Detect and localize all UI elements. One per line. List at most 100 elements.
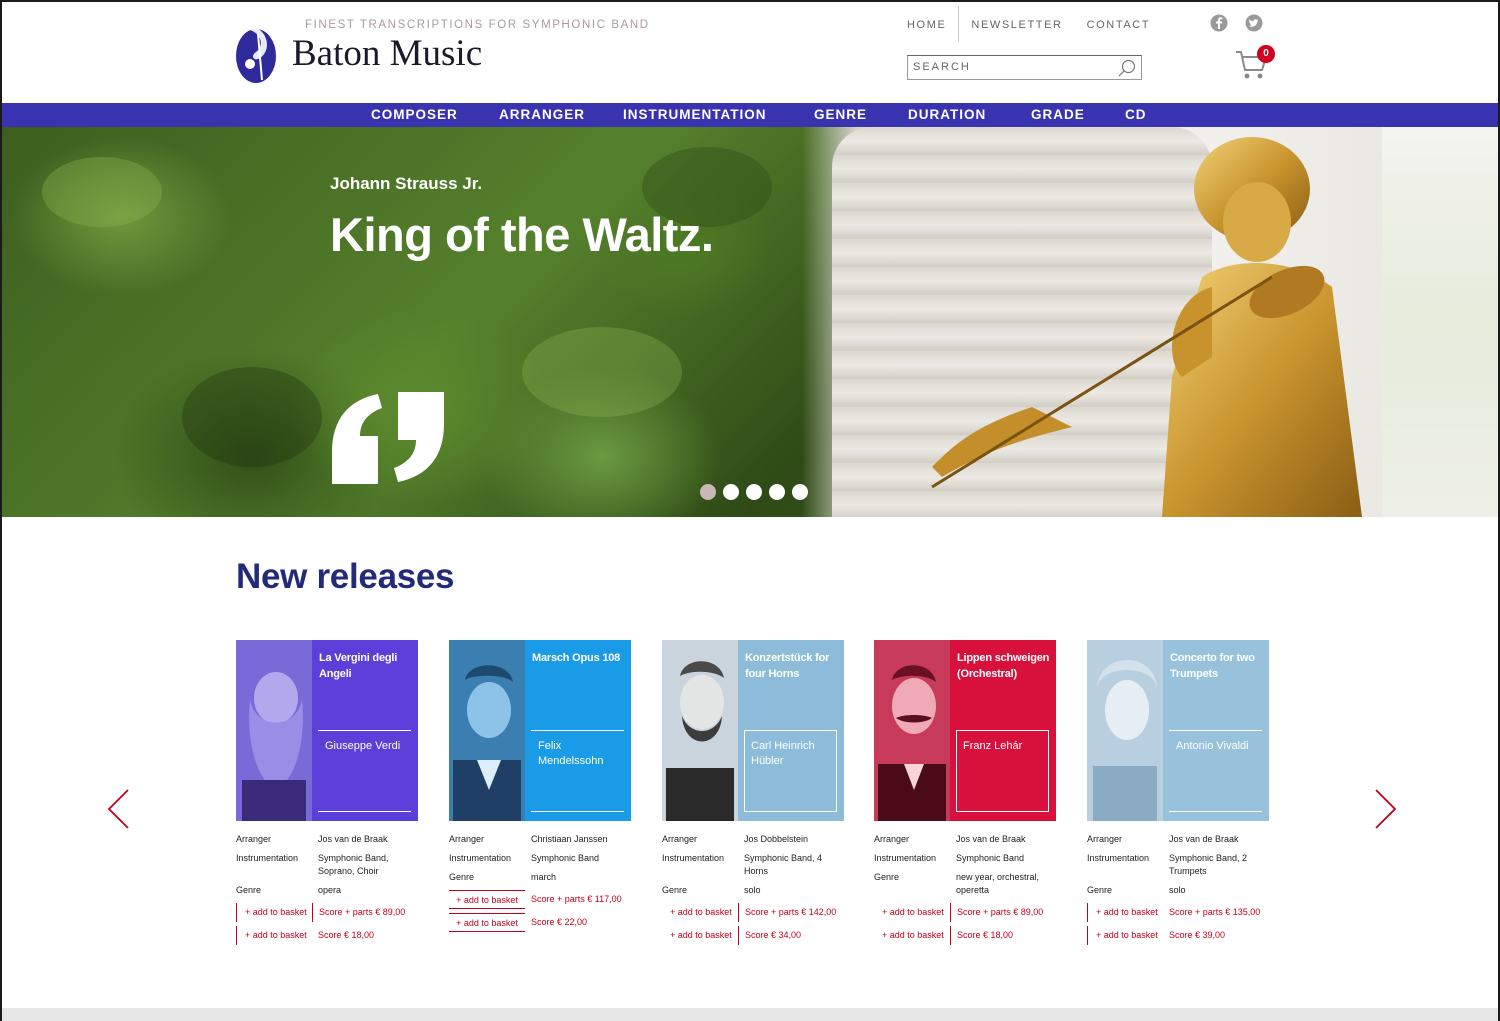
page-frame: FINEST TRANSCRIPTIONS FOR SYMPHONIC BAND… bbox=[0, 0, 1500, 1021]
buy-options: + add to basket Score + parts € 135,00 + … bbox=[1087, 903, 1269, 945]
instrumentation-value: Symphonic Band, Soprano, Choir bbox=[318, 853, 389, 876]
footer-strip bbox=[2, 1008, 1498, 1021]
category-duration[interactable]: DURATION bbox=[908, 107, 986, 122]
hero-title: King of the Waltz. bbox=[330, 208, 714, 261]
release-title: La Vergini degli Angeli bbox=[319, 652, 398, 680]
add-to-basket-button[interactable]: + add to basket bbox=[236, 903, 312, 922]
release-composer: Felix Mendelssohn bbox=[538, 740, 604, 767]
arranger-label: Arranger bbox=[874, 834, 910, 844]
price-score: Score € 39,00 bbox=[1169, 930, 1226, 940]
nav-newsletter[interactable]: NEWSLETTER bbox=[958, 6, 1074, 42]
arranger-label: Arranger bbox=[662, 834, 698, 844]
add-to-basket-button[interactable]: + add to basket bbox=[1087, 926, 1163, 945]
golden-statue-image bbox=[931, 137, 1362, 517]
release-card[interactable]: La Vergini degli Angeli Giuseppe Verdi A… bbox=[236, 640, 418, 949]
price-score-parts: Score + parts € 89,00 bbox=[950, 903, 1043, 922]
instrumentation-label: Instrumentation bbox=[874, 853, 937, 863]
category-cd[interactable]: CD bbox=[1125, 107, 1147, 122]
category-genre[interactable]: GENRE bbox=[814, 107, 867, 122]
arranger-value: Jos van de Braak bbox=[1169, 834, 1239, 844]
release-card[interactable]: Konzertstück for four Horns Carl Heinric… bbox=[662, 640, 844, 949]
chevron-right-icon[interactable] bbox=[1374, 788, 1398, 830]
genre-value: new year, orchestral, operetta bbox=[956, 872, 1040, 895]
search-input[interactable] bbox=[908, 56, 1108, 78]
arranger-value: Jos Dobbelstein bbox=[744, 834, 809, 844]
price-score: Score € 22,00 bbox=[531, 917, 588, 927]
nav-contact[interactable]: CONTACT bbox=[1075, 6, 1163, 42]
arranger-value: Jos van de Braak bbox=[956, 834, 1026, 844]
release-cover[interactable]: Concerto for two Trumpets Antonio Vivald… bbox=[1087, 640, 1269, 821]
add-to-basket-button[interactable]: + add to basket bbox=[449, 890, 525, 909]
slider-dots bbox=[700, 484, 808, 500]
release-title: Concerto for two Trumpets bbox=[1170, 652, 1255, 680]
category-instrumentation[interactable]: INSTRUMENTATION bbox=[623, 107, 767, 122]
foliage bbox=[182, 367, 322, 467]
composer-portrait bbox=[236, 640, 312, 821]
buy-options: + add to basket Score + parts € 89,00 + a… bbox=[874, 903, 1056, 945]
genre-label: Genre bbox=[1087, 885, 1113, 895]
price-score-parts: Score + parts € 142,00 bbox=[738, 903, 836, 922]
foliage bbox=[522, 327, 682, 417]
slider-dot-3[interactable] bbox=[746, 484, 762, 500]
price-score: Score € 18,00 bbox=[950, 926, 1013, 945]
foliage bbox=[42, 157, 162, 227]
add-to-basket-button[interactable]: + add to basket bbox=[874, 903, 950, 922]
add-to-basket-button[interactable]: + add to basket bbox=[236, 926, 312, 945]
twitter-icon[interactable] bbox=[1245, 14, 1263, 32]
top-nav: HOME NEWSLETTER CONTACT bbox=[895, 6, 1162, 42]
nav-home[interactable]: HOME bbox=[895, 6, 958, 42]
add-to-basket-button[interactable]: + add to basket bbox=[449, 913, 525, 932]
site-tagline: FINEST TRANSCRIPTIONS FOR SYMPHONIC BAND bbox=[305, 19, 650, 31]
genre-value: opera bbox=[318, 885, 342, 895]
genre-value: solo bbox=[744, 885, 761, 895]
genre-value: solo bbox=[1169, 885, 1186, 895]
instrumentation-label: Instrumentation bbox=[236, 853, 299, 863]
release-title: Marsch Opus 108 bbox=[532, 652, 621, 664]
arranger-value: Jos van de Braak bbox=[318, 834, 388, 844]
genre-value: march bbox=[531, 872, 557, 882]
add-to-basket-button[interactable]: + add to basket bbox=[1087, 903, 1163, 922]
release-cover[interactable]: Konzertstück for four Horns Carl Heinric… bbox=[662, 640, 844, 821]
brand-name[interactable]: Baton Music bbox=[292, 32, 482, 75]
price-score: Score € 34,00 bbox=[738, 926, 801, 945]
release-cover[interactable]: La Vergini degli Angeli Giuseppe Verdi bbox=[236, 640, 418, 821]
instrumentation-value: Symphonic Band, 4 Horns bbox=[744, 853, 823, 876]
release-composer: Franz Lehár bbox=[963, 740, 1023, 752]
release-card[interactable]: Marsch Opus 108 Felix Mendelssohn Arrang… bbox=[449, 640, 631, 936]
release-title: Konzertstück for four Horns bbox=[745, 652, 830, 680]
add-to-basket-button[interactable]: + add to basket bbox=[874, 926, 950, 945]
price-score-parts: Score + parts € 89,00 bbox=[312, 903, 405, 922]
release-meta: Arranger Jos van de Braak Instrumentation… bbox=[874, 833, 1056, 897]
release-card[interactable]: Concerto for two Trumpets Antonio Vivald… bbox=[1087, 640, 1269, 949]
slider-dot-1[interactable] bbox=[700, 484, 716, 500]
cart-count-badge[interactable]: 0 bbox=[1257, 45, 1275, 63]
category-composer[interactable]: COMPOSER bbox=[371, 107, 458, 122]
release-cover[interactable]: Lippen schweigen (Orchestral) Franz Lehá… bbox=[874, 640, 1056, 821]
release-cover[interactable]: Marsch Opus 108 Felix Mendelssohn bbox=[449, 640, 631, 821]
background-sky bbox=[1382, 127, 1498, 517]
add-to-basket-button[interactable]: + add to basket bbox=[662, 926, 738, 945]
baton-logo-icon[interactable] bbox=[234, 20, 280, 84]
slider-dot-4[interactable] bbox=[769, 484, 785, 500]
arranger-label: Arranger bbox=[449, 834, 485, 844]
release-meta: Arranger Jos Dobbelstein Instrumentation S… bbox=[662, 833, 844, 897]
hero-slider[interactable]: Johann Strauss Jr. King of the Waltz. bbox=[2, 127, 1498, 517]
category-arranger[interactable]: ARRANGER bbox=[499, 107, 585, 122]
instrumentation-label: Instrumentation bbox=[449, 853, 512, 863]
hero-subtitle: Johann Strauss Jr. bbox=[330, 174, 483, 193]
buy-options: + add to basket Score + parts € 142,00 + … bbox=[662, 903, 844, 945]
arranger-value: Christiaan Janssen bbox=[531, 834, 608, 844]
category-grade[interactable]: GRADE bbox=[1031, 107, 1085, 122]
release-card[interactable]: Lippen schweigen (Orchestral) Franz Lehá… bbox=[874, 640, 1056, 949]
facebook-icon[interactable] bbox=[1210, 14, 1228, 32]
quote-icon bbox=[332, 392, 444, 484]
instrumentation-value: Symphonic Band, 2 Trumpets bbox=[1169, 853, 1248, 876]
add-to-basket-button[interactable]: + add to basket bbox=[662, 903, 738, 922]
composer-portrait bbox=[449, 640, 525, 821]
search-icon[interactable] bbox=[1117, 58, 1137, 78]
slider-dot-2[interactable] bbox=[723, 484, 739, 500]
slider-dot-5[interactable] bbox=[792, 484, 808, 500]
site-header: FINEST TRANSCRIPTIONS FOR SYMPHONIC BAND… bbox=[2, 2, 1498, 102]
chevron-left-icon[interactable] bbox=[106, 788, 130, 830]
genre-label: Genre bbox=[236, 885, 262, 895]
